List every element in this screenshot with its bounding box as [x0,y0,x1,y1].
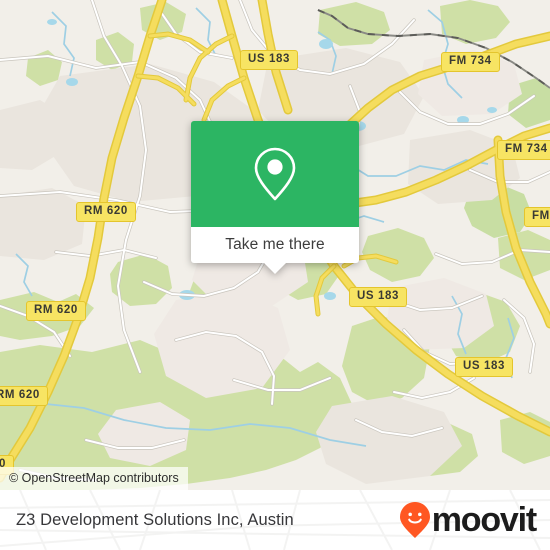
callout-action-area[interactable]: Take me there [191,227,359,274]
road-shield: US 183 [240,50,298,70]
osm-attribution[interactable]: © OpenStreetMap contributors [0,467,188,490]
road-shield: FM 734 [497,140,550,160]
take-me-there-label: Take me there [225,236,325,253]
road-shield: FM 734 [441,52,500,72]
footer-bar: Z3 Development Solutions Inc, Austin moo… [0,490,550,550]
callout-pointer-tail [264,263,286,274]
footer-content: Z3 Development Solutions Inc, Austin moo… [0,490,550,550]
place-name-label: Z3 Development Solutions Inc, Austin [16,511,294,529]
moovit-logo[interactable]: moovit [399,501,537,539]
map-pin-icon [254,147,296,201]
road-shield: US 183 [349,287,407,307]
road-shield: RM 620 [76,202,136,222]
map-canvas[interactable]: US 183 FM 734 FM 734 FM RM 620 RM 620 RM… [0,0,550,490]
road-shield: FM [524,207,550,227]
moovit-place-map-card: US 183 FM 734 FM 734 FM RM 620 RM 620 RM… [0,0,550,550]
moovit-wordmark: moovit [431,501,537,539]
moovit-smiley-pin-icon [399,502,430,538]
place-callout-card[interactable]: Take me there [191,121,359,274]
callout-icon-area [191,121,359,227]
road-shield: US 183 [455,357,513,377]
road-shield: RM 620 [0,386,48,406]
road-shield: RM 620 [26,301,86,321]
